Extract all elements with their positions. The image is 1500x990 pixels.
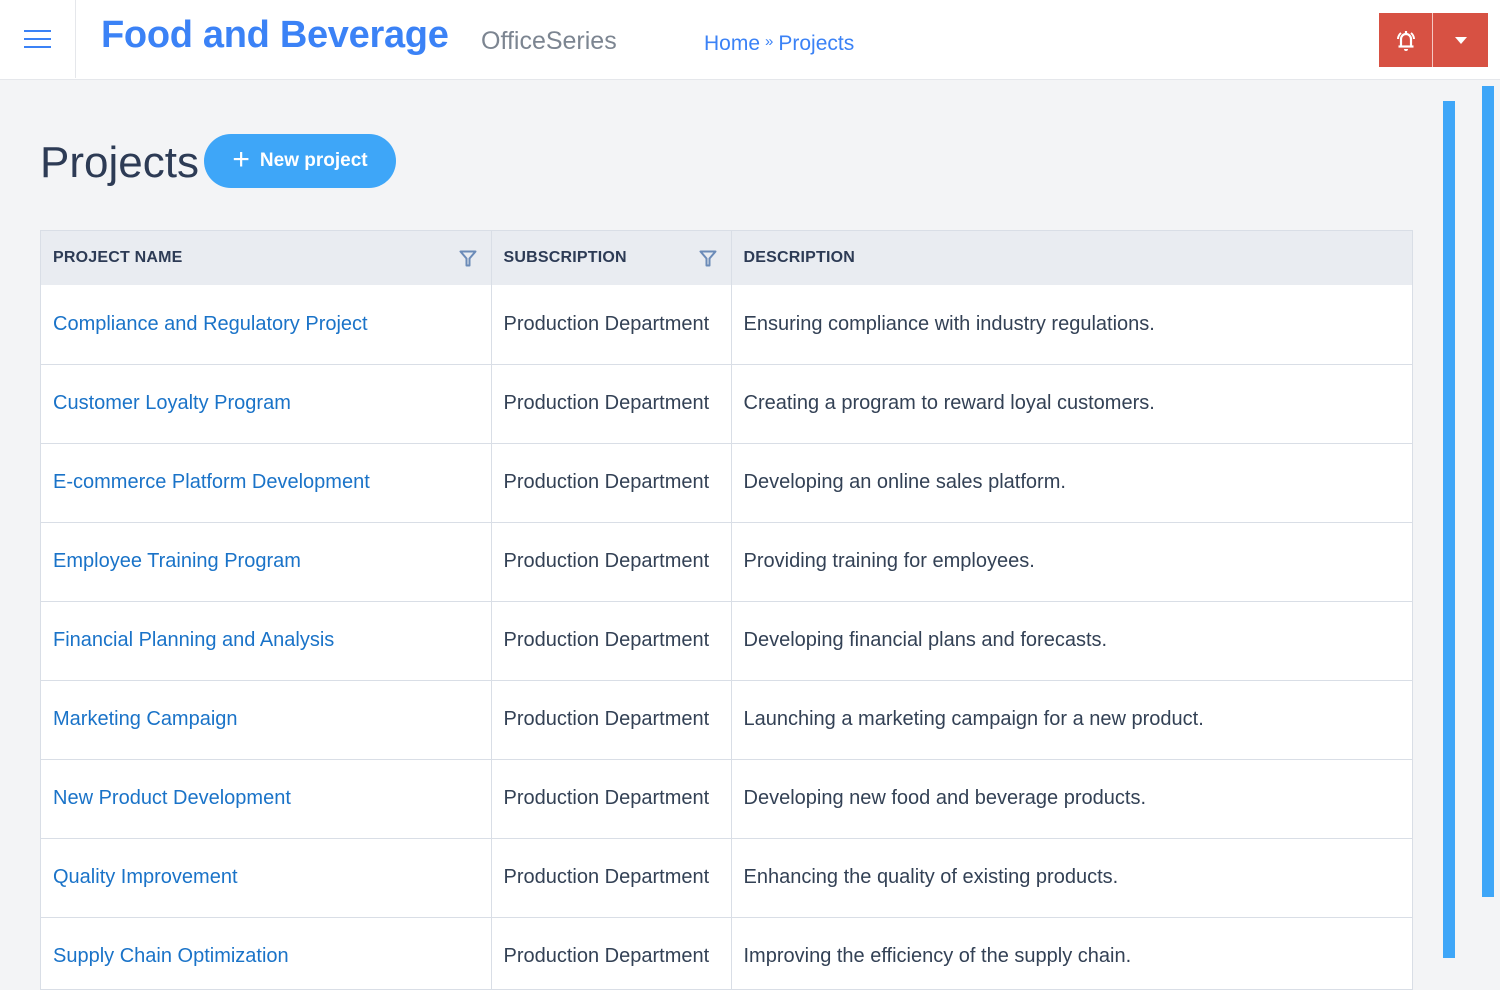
project-link[interactable]: E-commerce Platform Development	[53, 471, 370, 493]
cell-description: Creating a program to reward loyal custo…	[731, 363, 1412, 443]
user-dropdown-button[interactable]	[1433, 13, 1488, 67]
breadcrumb-separator: »	[765, 33, 774, 50]
column-label: DESCRIPTION	[743, 249, 856, 266]
filter-icon[interactable]	[459, 250, 477, 267]
project-link[interactable]: Customer Loyalty Program	[53, 392, 291, 414]
cell-subscription: Production Department	[491, 600, 732, 680]
cell-description: Improving the efficiency of the supply c…	[731, 916, 1412, 989]
cell-subscription: Production Department	[491, 916, 732, 989]
cell-description: Enhancing the quality of existing produc…	[731, 837, 1412, 917]
project-link[interactable]: Compliance and Regulatory Project	[53, 313, 368, 335]
project-link[interactable]: Employee Training Program	[53, 550, 301, 572]
column-header-project-name[interactable]: PROJECT NAME	[41, 231, 492, 285]
table-row: New Product Development Production Depart…	[41, 758, 1412, 838]
cell-subscription: Production Department	[491, 679, 732, 759]
bell-ringing-icon	[1396, 31, 1415, 51]
project-link[interactable]: Financial Planning and Analysis	[53, 629, 334, 651]
cell-project-name: New Product Development	[41, 758, 492, 838]
content-scrollbar[interactable]	[1443, 101, 1455, 958]
filter-icon[interactable]	[699, 250, 717, 267]
cell-description: Ensuring compliance with industry regula…	[743, 312, 1155, 335]
cell-subscription: Production Department	[491, 521, 732, 601]
new-project-button[interactable]: + New project	[204, 134, 396, 188]
new-project-label: New project	[259, 150, 368, 171]
app-subtitle: OfficeSeries	[481, 27, 617, 55]
top-bar: Food and Beverage OfficeSeries Home » Pr…	[0, 0, 1500, 80]
breadcrumb-projects[interactable]: Projects	[778, 32, 854, 56]
cell-project-name: Employee Training Program	[41, 521, 492, 601]
cell-description: Developing financial plans and forecasts…	[731, 600, 1412, 680]
cell-subscription: Production Department	[491, 363, 732, 443]
project-link[interactable]: Quality Improvement	[53, 866, 238, 888]
column-header-subscription[interactable]: SUBSCRIPTION	[491, 231, 732, 285]
cell-subscription: Production Department	[491, 442, 732, 522]
cell-project-name: Quality Improvement	[41, 837, 492, 917]
project-link[interactable]: Supply Chain Optimization	[53, 945, 289, 967]
cell-project-name: E-commerce Platform Development	[41, 442, 492, 522]
table-header-row: PROJECT NAME SUBSCRIPTION DESCRIPTION	[41, 231, 1412, 285]
table-row: Employee Training Program Production Depa…	[41, 521, 1412, 601]
cell-description: Developing new food and beverage product…	[731, 758, 1412, 838]
column-label: PROJECT NAME	[53, 249, 183, 266]
page-title: Projects	[40, 138, 199, 187]
plus-icon: +	[232, 142, 250, 176]
top-actions	[1379, 13, 1488, 67]
cell-project-name: Supply Chain Optimization	[41, 916, 492, 989]
cell-project-name: Customer Loyalty Program	[41, 363, 492, 443]
hamburger-menu-icon	[24, 30, 51, 48]
cell-subscription: Production Department	[491, 837, 732, 917]
app-title: Food and Beverage	[101, 14, 449, 56]
cell-project-name: Financial Planning and Analysis	[41, 600, 492, 680]
cell-subscription: Production Department	[491, 285, 732, 364]
column-label: SUBSCRIPTION	[503, 249, 627, 266]
notifications-button[interactable]	[1379, 13, 1433, 67]
caret-down-icon	[1454, 36, 1467, 44]
cell-description: Developing an online sales platform.	[731, 442, 1412, 522]
cell-project-name: Marketing Campaign	[41, 679, 492, 759]
project-link[interactable]: New Product Development	[53, 787, 291, 809]
breadcrumb: Home » Projects	[704, 32, 854, 56]
projects-table: PROJECT NAME SUBSCRIPTION DESCRIPTION Co…	[40, 230, 1413, 990]
cell-project-name: Compliance and Regulatory Project	[41, 285, 492, 364]
cell-description: Providing training for employees.	[731, 521, 1412, 601]
page-scrollbar[interactable]	[1482, 86, 1494, 897]
table-row: Marketing Campaign Production Department L…	[41, 679, 1412, 759]
table-row: Supply Chain Optimization Production Depa…	[41, 916, 1412, 989]
project-link[interactable]: Marketing Campaign	[53, 708, 238, 730]
table-row: Compliance and Regulatory Project Product…	[41, 285, 1412, 364]
table-row: E-commerce Platform Development Productio…	[41, 442, 1412, 522]
cell-subscription: Production Department	[491, 758, 732, 838]
table-row: Customer Loyalty Program Production Depar…	[41, 363, 1412, 443]
cell-description: Launching a marketing campaign for a new…	[731, 679, 1412, 759]
column-header-description[interactable]: DESCRIPTION	[731, 231, 1412, 285]
table-row: Quality Improvement Production Department…	[41, 837, 1412, 917]
menu-toggle-button[interactable]	[0, 0, 76, 78]
breadcrumb-home[interactable]: Home	[704, 32, 760, 56]
table-row: Financial Planning and Analysis Productio…	[41, 600, 1412, 680]
